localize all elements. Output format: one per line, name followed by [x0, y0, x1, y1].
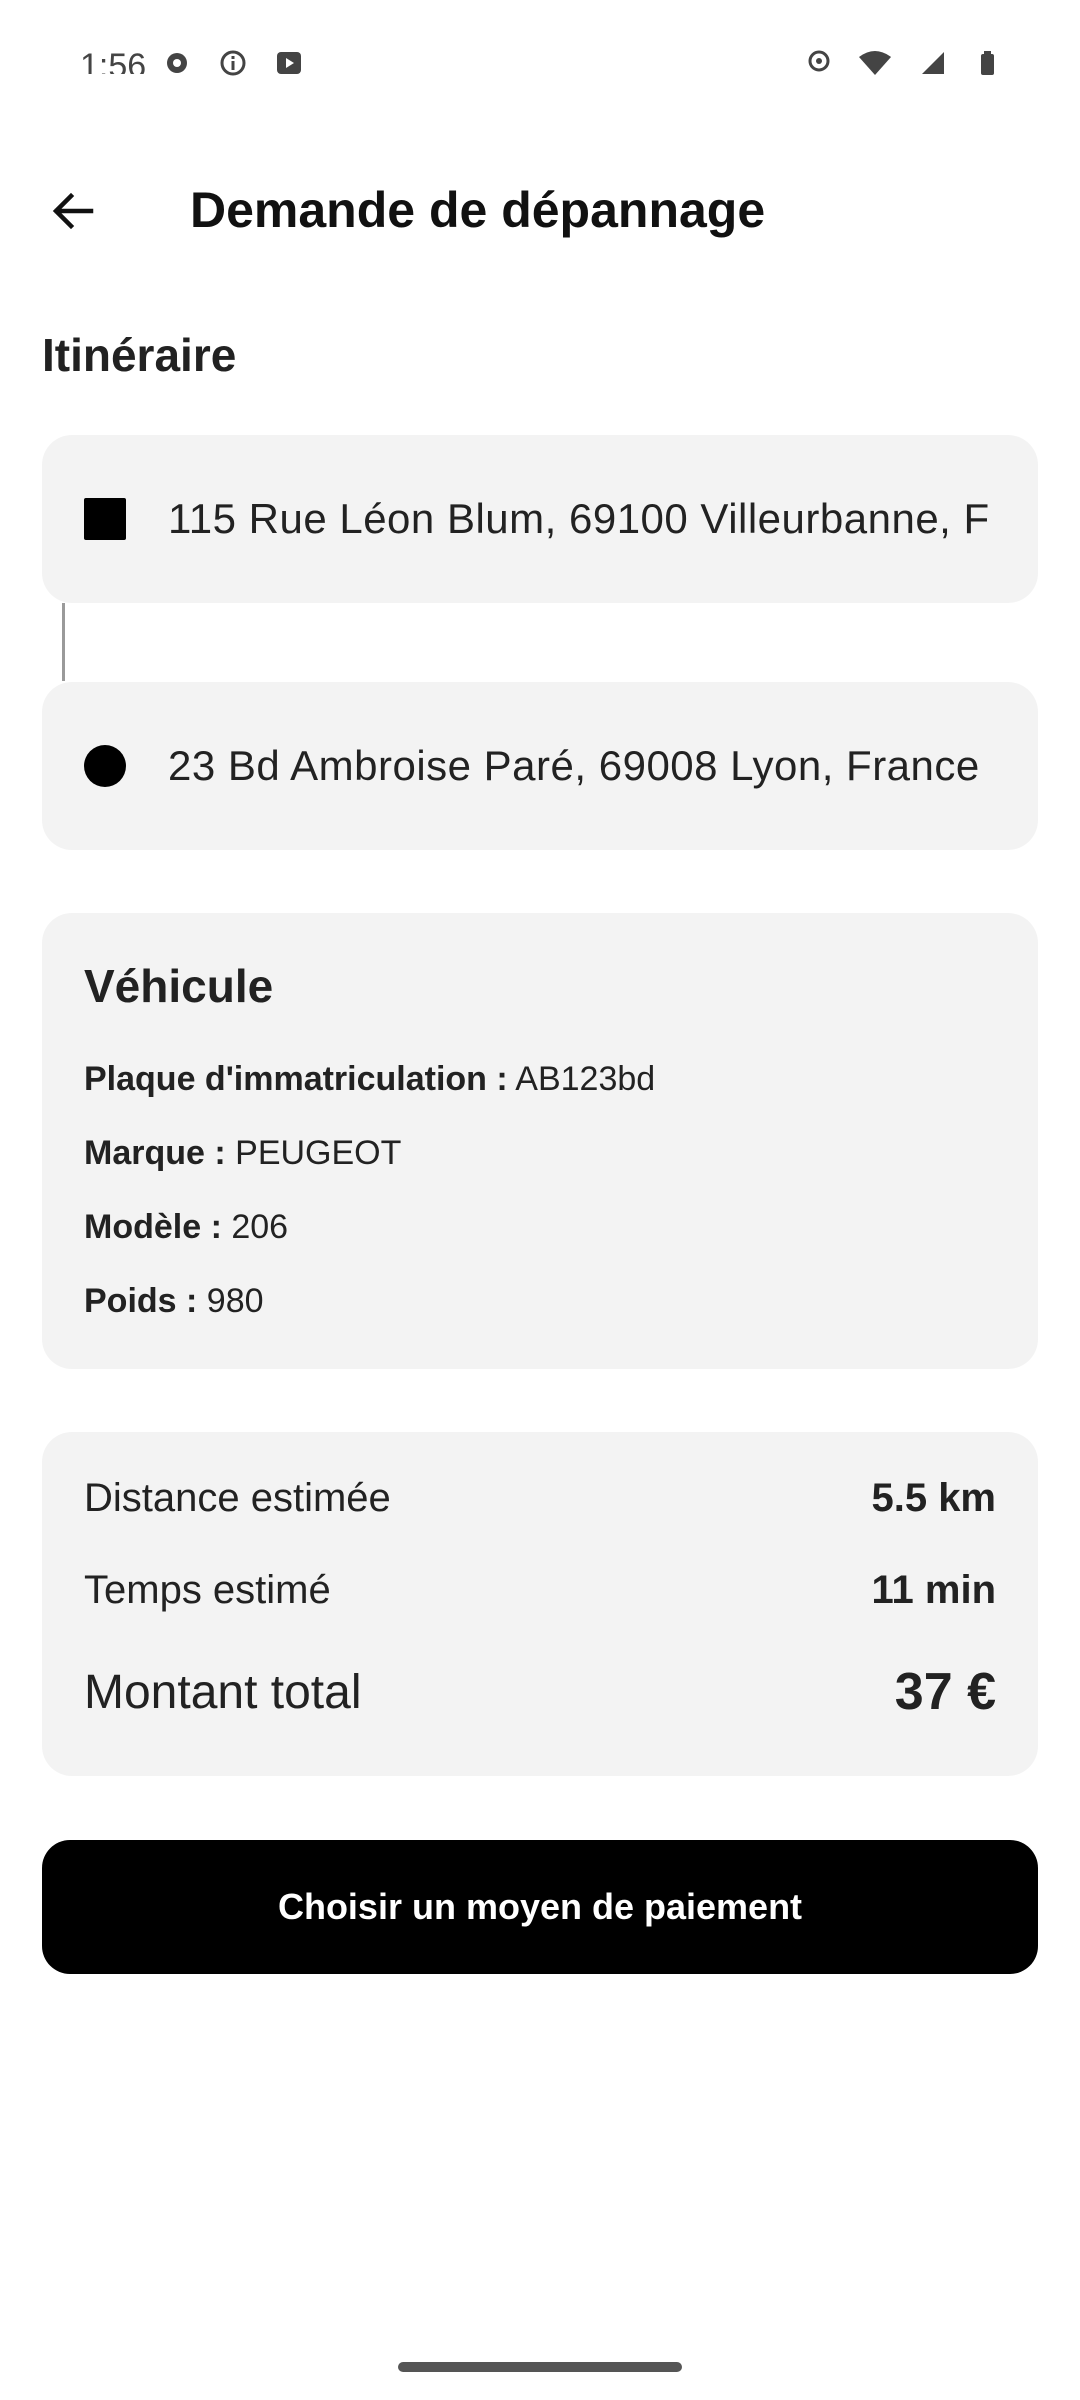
vehicle-row-brand: Marque : PEUGEOT [84, 1134, 401, 1173]
status-icons-right [802, 50, 1004, 76]
distance-row: Distance estimée 5.5 km [84, 1476, 996, 1521]
destination-circle-icon [84, 745, 126, 787]
destination-address-text: 23 Bd Ambroise Paré, 69008 Lyon, France [168, 742, 980, 789]
time-row: Temps estimé 11 min [84, 1568, 996, 1613]
wifi-icon [859, 51, 891, 75]
vehicle-title: Véhicule [84, 960, 274, 1012]
plate-value: AB123bd [515, 1060, 656, 1098]
time-label: Temps estimé [84, 1568, 331, 1612]
page-title: Demande de dépannage [190, 182, 766, 238]
total-row: Montant total 37 € [84, 1662, 996, 1722]
vehicle-card: Véhicule Plaque d'immatriculation : AB12… [42, 913, 1038, 1369]
vehicle-row-weight: Poids : 980 [84, 1282, 264, 1321]
origin-address-text: 115 Rue Léon Blum, 69100 Villeurbanne, F [168, 495, 990, 542]
origin-address-field[interactable]: 115 Rue Léon Blum, 69100 Villeurbanne, F [42, 435, 1038, 603]
brand-label: Marque : [84, 1134, 226, 1172]
time-value: 11 min [871, 1568, 996, 1612]
info-icon [220, 50, 246, 76]
choose-payment-button[interactable]: Choisir un moyen de paiement [42, 1840, 1038, 1974]
itinerary-title: Itinéraire [42, 329, 237, 381]
arrow-left-icon [52, 192, 94, 230]
vehicle-row-plate: Plaque d'immatriculation : AB123bd [84, 1060, 655, 1099]
origin-square-icon [84, 498, 126, 540]
weight-label: Poids : [84, 1282, 198, 1320]
signal-icon [922, 52, 944, 74]
model-label: Modèle : [84, 1208, 222, 1246]
destination-address-field[interactable]: 23 Bd Ambroise Paré, 69008 Lyon, France [42, 682, 1038, 850]
media-icon [277, 52, 301, 74]
brand-value: PEUGEOT [235, 1134, 402, 1172]
model-value: 206 [231, 1208, 289, 1246]
status-time: 1:56 [80, 47, 147, 74]
status-icons-left [160, 50, 306, 76]
vehicle-row-model: Modèle : 206 [84, 1208, 288, 1247]
plate-label: Plaque d'immatriculation : [84, 1060, 508, 1098]
route-connector-line [62, 603, 65, 681]
distance-value: 5.5 km [871, 1476, 996, 1520]
back-button[interactable] [36, 174, 110, 248]
distance-label: Distance estimée [84, 1476, 391, 1520]
screen: 1:56 Demande de dépannage Itinéraire 115… [0, 0, 1080, 2400]
app-bar: Demande de dépannage [0, 150, 1080, 270]
price-summary-card: Distance estimée 5.5 km Temps estimé 11 … [42, 1432, 1038, 1776]
location-icon [808, 50, 830, 72]
home-indicator[interactable] [398, 2362, 682, 2372]
total-value: 37 € [894, 1663, 996, 1721]
battery-icon [981, 51, 994, 75]
total-label: Montant total [84, 1665, 362, 1719]
weight-value: 980 [206, 1282, 264, 1320]
status-bar: 1:56 [0, 0, 1080, 110]
settings-icon [167, 53, 187, 73]
